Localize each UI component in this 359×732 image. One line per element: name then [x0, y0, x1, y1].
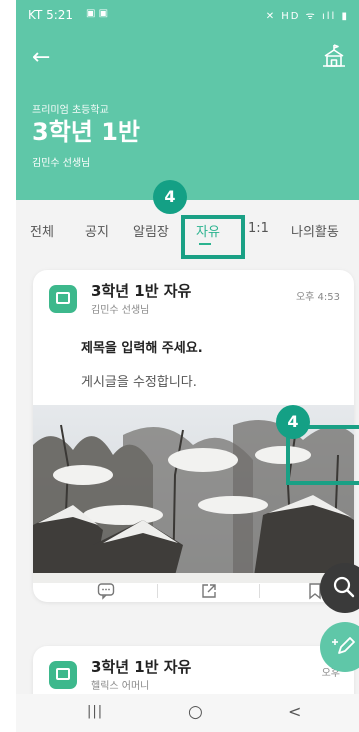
class-title: 3학년 1반 [32, 118, 140, 146]
status-time: KT 5:21 [28, 8, 74, 22]
post-body: 게시글을 수정합니다. [81, 375, 197, 390]
status-left-icons: ▣ ▣ [86, 8, 109, 19]
step-badge-photo: 4 [276, 405, 310, 439]
post-actions [33, 583, 354, 602]
status-right-icons: ✕ HD ᯤ ıll ▮ [265, 11, 349, 22]
tab-my-activity[interactable]: 나의활동 [291, 221, 339, 240]
comment-icon[interactable] [97, 582, 115, 600]
post-board-title: 3학년 1반 자유 [91, 658, 192, 676]
school-button[interactable] [319, 42, 349, 72]
tab-homework[interactable]: 알림장 [133, 221, 169, 240]
write-icon [332, 637, 355, 654]
share-icon[interactable] [200, 582, 218, 600]
board-photo-icon [49, 285, 77, 313]
tab-notice[interactable]: 공지 [85, 221, 109, 240]
post-board-title: 3학년 1반 자유 [91, 282, 192, 300]
search-button[interactable] [320, 563, 359, 613]
tab-all[interactable]: 전체 [30, 221, 54, 240]
step-badge-tab: 4 [153, 180, 187, 214]
post-author: 김민수 선생님 [91, 305, 150, 316]
board-photo-icon [49, 661, 77, 689]
back-arrow-icon: ← [32, 45, 51, 70]
class-header: KT 5:21 ▣ ▣ ✕ HD ᯤ ıll ▮ ← 프리미엄 초등학교 3학년… [16, 0, 359, 200]
tab-one-to-one[interactable]: 1:1 [248, 221, 269, 236]
school-icon [323, 44, 345, 67]
tab-highlight-box [181, 215, 245, 259]
nav-back-button[interactable]: < [288, 702, 301, 721]
recent-apps-button[interactable]: ||| [87, 704, 103, 719]
post-subject: 제목을 입력해 주세요. [81, 341, 203, 356]
post-author: 헬릭스 어머니 [91, 681, 150, 692]
android-nav-bar: ||| ○ < [16, 694, 359, 732]
status-bar: KT 5:21 ▣ ▣ ✕ HD ᯤ ıll ▮ [16, 0, 359, 28]
search-icon [333, 576, 355, 598]
write-button[interactable] [320, 622, 359, 672]
post-time: 오후 4:53 [295, 292, 340, 303]
action-divider [259, 584, 260, 598]
home-button[interactable]: ○ [188, 702, 203, 722]
teacher-name: 김민수 선생님 [32, 158, 91, 169]
back-button[interactable]: ← [32, 44, 60, 72]
action-divider [157, 584, 158, 598]
phone-screen: KT 5:21 ▣ ▣ ✕ HD ᯤ ıll ▮ ← 프리미엄 초등학교 3학년… [16, 0, 359, 732]
